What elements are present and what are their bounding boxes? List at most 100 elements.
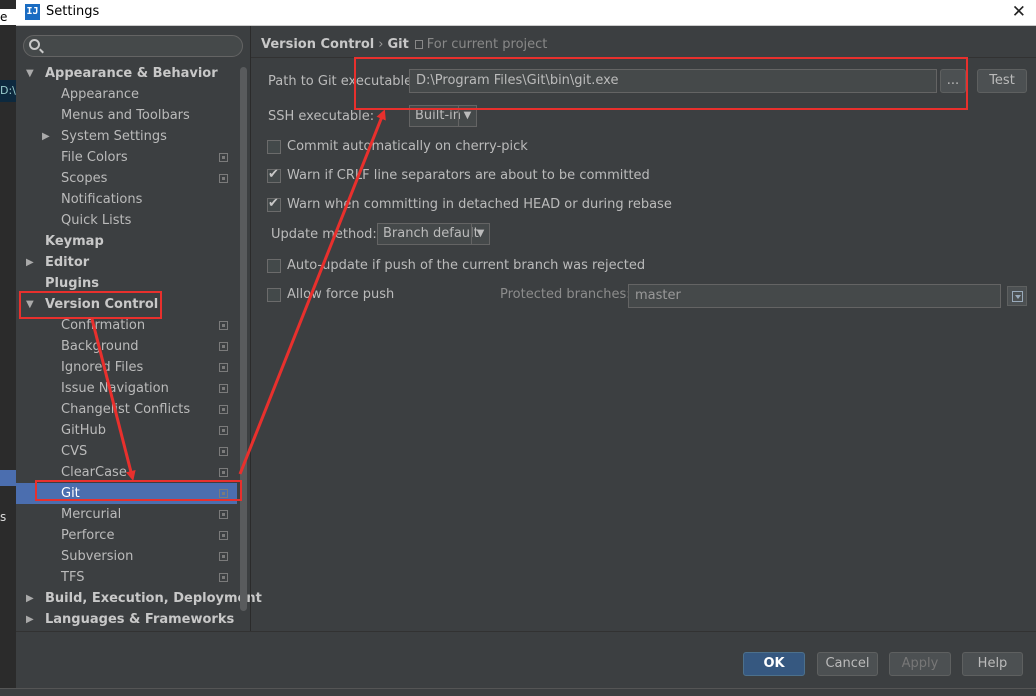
tree-item-label: ClearCase xyxy=(61,465,127,480)
tree-item-label: Perforce xyxy=(61,528,115,543)
tree-item-perforce[interactable]: Perforce xyxy=(24,525,237,546)
cherry-pick-checkbox[interactable] xyxy=(267,140,281,154)
scrollbar-thumb[interactable] xyxy=(240,67,247,611)
apply-button[interactable]: Apply xyxy=(889,652,951,676)
tree-item-label: Build, Execution, Deployment xyxy=(45,591,262,606)
settings-tree: ▼ Appearance & Behavior Appearance Menus an… xyxy=(16,63,262,631)
expand-icon xyxy=(1012,291,1023,302)
expand-arrow-icon[interactable]: ▼ xyxy=(26,63,36,84)
help-button[interactable]: Help xyxy=(962,652,1023,676)
tree-item-plugins[interactable]: Plugins xyxy=(24,273,237,294)
tree-item-changelist-conflicts[interactable]: Changelist Conflicts xyxy=(24,399,237,420)
tree-item-label: Languages & Frameworks xyxy=(45,612,235,627)
auto-update-label[interactable]: Auto-update if push of the current branc… xyxy=(287,258,645,273)
tree-item-label: Changelist Conflicts xyxy=(61,402,191,417)
collapse-arrow-icon[interactable]: ▶ xyxy=(26,588,36,609)
breadcrumb-separator: › xyxy=(378,37,384,52)
tree-item-label: Appearance & Behavior xyxy=(45,66,218,81)
settings-search-input[interactable] xyxy=(23,35,243,57)
detached-head-checkbox[interactable] xyxy=(267,196,281,212)
search-icon xyxy=(29,39,40,50)
force-push-label[interactable]: Allow force push xyxy=(287,287,394,302)
tree-scrollbar[interactable] xyxy=(238,63,248,631)
tree-item-label: Plugins xyxy=(45,276,99,291)
crlf-warning-label[interactable]: Warn if CRLF line separators are about t… xyxy=(287,168,650,183)
tree-item-languages-frameworks[interactable]: ▶ Languages & Frameworks xyxy=(24,609,237,630)
tree-item-label: Keymap xyxy=(45,234,104,249)
tree-item-clearcase[interactable]: ClearCase xyxy=(24,462,237,483)
tree-item-github[interactable]: GitHub xyxy=(24,420,237,441)
ssh-executable-select[interactable]: Built-in ▼ xyxy=(409,105,477,127)
tree-item-menus-and-toolbars[interactable]: Menus and Toolbars xyxy=(24,105,237,126)
header-divider xyxy=(251,57,1036,58)
tree-item-keymap[interactable]: Keymap xyxy=(24,231,237,252)
force-push-checkbox[interactable] xyxy=(267,288,281,302)
tree-item-label: Version Control xyxy=(45,297,159,312)
tree-item-tfs[interactable]: TFS xyxy=(24,567,237,588)
tree-item-build-execution-deployment[interactable]: ▶ Build, Execution, Deployment xyxy=(24,588,262,609)
background-path-fragment: D:\ xyxy=(0,80,16,102)
background-status-bar xyxy=(0,688,1036,696)
tree-item-label: Ignored Files xyxy=(61,360,144,375)
tree-item-ignored-files[interactable]: Ignored Files xyxy=(24,357,237,378)
tree-item-confirmation[interactable]: Confirmation xyxy=(24,315,237,336)
breadcrumb-parent: Version Control xyxy=(261,37,375,52)
auto-update-checkbox[interactable] xyxy=(267,259,281,273)
tree-item-scopes[interactable]: Scopes xyxy=(24,168,237,189)
tree-item-label: Editor xyxy=(45,255,90,270)
tree-item-label: Git xyxy=(61,486,80,501)
tree-item-git[interactable]: Git xyxy=(16,483,237,504)
tree-item-label: CVS xyxy=(61,444,88,459)
tree-item-appearance[interactable]: Appearance xyxy=(24,84,237,105)
tree-item-appearance-behavior[interactable]: ▼ Appearance & Behavior xyxy=(24,63,237,84)
ok-button[interactable]: OK xyxy=(743,652,805,676)
background-window: e D:\ s xyxy=(0,0,16,696)
crlf-warning-checkbox[interactable] xyxy=(267,167,281,183)
project-config-icon xyxy=(219,342,228,351)
git-path-label: Path to Git executable: xyxy=(268,74,417,89)
project-config-icon xyxy=(219,447,228,456)
tree-item-system-settings[interactable]: ▶ System Settings xyxy=(24,126,237,147)
tree-item-mercurial[interactable]: Mercurial xyxy=(24,504,237,525)
ssh-executable-value: Built-in xyxy=(415,108,462,123)
collapse-arrow-icon[interactable]: ▶ xyxy=(26,609,36,630)
tree-item-quick-lists[interactable]: Quick Lists xyxy=(24,210,237,231)
tree-item-issue-navigation[interactable]: Issue Navigation xyxy=(24,378,237,399)
browse-button[interactable]: ... xyxy=(940,69,966,93)
tree-item-cvs[interactable]: CVS xyxy=(24,441,237,462)
tree-item-editor[interactable]: ▶ Editor xyxy=(24,252,237,273)
close-icon[interactable]: ✕ xyxy=(1012,2,1026,22)
breadcrumb-current: Git xyxy=(387,37,409,52)
settings-navigation: ▼ Appearance & Behavior Appearance Menus an… xyxy=(16,26,262,631)
collapse-arrow-icon[interactable]: ▶ xyxy=(42,126,52,147)
git-path-input[interactable]: D:\Program Files\Git\bin\git.exe xyxy=(409,69,937,93)
tree-item-notifications[interactable]: Notifications xyxy=(24,189,237,210)
detached-head-label[interactable]: Warn when committing in detached HEAD or… xyxy=(287,197,672,212)
update-method-select[interactable]: Branch default ▼ xyxy=(377,223,490,245)
git-settings-panel: Version Control › Git For current project P… xyxy=(251,26,1036,631)
tree-item-background[interactable]: Background xyxy=(24,336,237,357)
footer-divider xyxy=(16,631,1036,632)
project-config-icon xyxy=(219,321,228,330)
project-config-icon xyxy=(219,363,228,372)
cancel-button[interactable]: Cancel xyxy=(817,652,878,676)
collapse-arrow-icon[interactable]: ▶ xyxy=(26,252,36,273)
tree-item-subversion[interactable]: Subversion xyxy=(24,546,237,567)
project-config-icon xyxy=(219,174,228,183)
tree-item-label: Appearance xyxy=(61,87,140,102)
protected-branches-label: Protected branches: xyxy=(500,287,631,302)
project-config-icon xyxy=(219,510,228,519)
tree-item-version-control[interactable]: ▼ Version Control xyxy=(24,294,237,315)
tree-item-label: Menus and Toolbars xyxy=(61,108,190,123)
tree-item-label: Subversion xyxy=(61,549,134,564)
tree-item-file-colors[interactable]: File Colors xyxy=(24,147,237,168)
project-config-icon xyxy=(219,426,228,435)
protected-branches-input[interactable]: master xyxy=(628,284,1001,308)
project-config-icon xyxy=(219,573,228,582)
expand-field-button[interactable] xyxy=(1007,286,1027,306)
test-button[interactable]: Test xyxy=(977,69,1027,93)
expand-arrow-icon[interactable]: ▼ xyxy=(26,294,36,315)
tree-item-label: Scopes xyxy=(61,171,108,186)
cherry-pick-label[interactable]: Commit automatically on cherry-pick xyxy=(287,139,528,154)
title-bar[interactable]: IJ Settings ✕ xyxy=(16,0,1036,26)
